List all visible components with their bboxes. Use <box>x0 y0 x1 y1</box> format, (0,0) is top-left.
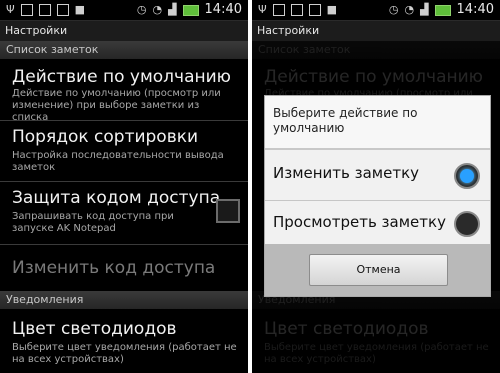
pref-passcode[interactable]: Защита кодом доступа Запрашивать код дос… <box>0 182 248 244</box>
status-bar: Ψ ■ ◷ ◔ ▟ 14:40 <box>252 0 500 21</box>
wifi-icon: ◔ <box>152 3 163 16</box>
status-bar: Ψ ■ ◷ ◔ ▟ 14:40 <box>0 0 248 21</box>
notification-icon <box>290 4 303 16</box>
radio-selected-icon[interactable] <box>454 163 480 189</box>
cancel-button[interactable]: Отмена <box>309 254 448 286</box>
pref-title: Действие по умолчанию <box>12 67 231 87</box>
notification-icon <box>38 4 51 16</box>
default-action-dialog: Выберите действие по умолчанию Изменить … <box>264 95 491 297</box>
option-view-note[interactable]: Просмотреть заметку <box>265 201 490 244</box>
option-label: Просмотреть заметку <box>273 213 446 231</box>
dialog-button-bar: Отмена <box>265 244 490 296</box>
settings-screen-with-dialog: Ψ ■ ◷ ◔ ▟ 14:40 Настройки Список заметок… <box>252 0 500 373</box>
section-label: Уведомления <box>6 293 84 306</box>
bag-icon: ■ <box>326 3 338 16</box>
pref-title: Цвет светодиодов <box>12 319 177 339</box>
signal-icon: ▟ <box>168 3 177 16</box>
pref-summary: Выберите цвет уведомления (работает не н… <box>12 342 237 365</box>
alarm-icon: ◷ <box>136 3 147 16</box>
pref-change-passcode: Изменить код доступа <box>0 245 248 291</box>
usb-icon: Ψ <box>6 3 15 16</box>
section-header-notifications: Уведомления <box>0 291 248 309</box>
settings-screen: Ψ ■ ◷ ◔ ▟ 14:40 Настройки Список заметок… <box>0 0 248 373</box>
pref-sort-order[interactable]: Порядок сортировки Настройка последовате… <box>0 121 248 181</box>
battery-icon <box>182 4 199 16</box>
app-title: Настройки <box>257 24 320 37</box>
pref-title: Защита кодом доступа <box>12 188 221 208</box>
title-bar: Настройки <box>0 21 248 41</box>
notification-icon <box>272 4 285 16</box>
clock: 14:40 <box>456 2 494 17</box>
notification-icon <box>56 4 69 16</box>
pref-summary: Запрашивать код доступа при запуске AK N… <box>12 211 174 234</box>
usb-icon: Ψ <box>258 3 267 16</box>
passcode-checkbox[interactable] <box>216 199 240 223</box>
option-label: Изменить заметку <box>273 164 420 182</box>
notification-icon <box>308 4 321 16</box>
pref-led-color[interactable]: Цвет светодиодов Выберите цвет уведомлен… <box>0 309 248 373</box>
battery-icon <box>434 4 451 16</box>
pref-summary: Действие по умолчанию (просмотр или изме… <box>12 88 221 123</box>
bag-icon: ■ <box>74 3 86 16</box>
option-edit-note[interactable]: Изменить заметку <box>265 150 490 200</box>
pref-summary: Настройка последовательности вывода заме… <box>12 150 224 173</box>
notification-icon <box>20 4 33 16</box>
pref-title: Изменить код доступа <box>12 258 216 278</box>
radio-unselected-icon[interactable] <box>454 211 480 237</box>
dialog-title-bar: Выберите действие по умолчанию <box>265 96 490 150</box>
title-bar: Настройки <box>252 21 500 41</box>
clock: 14:40 <box>204 2 242 17</box>
dialog-title: Выберите действие по умолчанию <box>273 106 418 135</box>
pref-title: Порядок сортировки <box>12 127 199 147</box>
signal-icon: ▟ <box>420 3 429 16</box>
app-title: Настройки <box>5 24 68 37</box>
section-label: Список заметок <box>6 43 99 56</box>
wifi-icon: ◔ <box>404 3 415 16</box>
alarm-icon: ◷ <box>388 3 399 16</box>
pref-default-action[interactable]: Действие по умолчанию Действие по умолча… <box>0 59 248 123</box>
section-header-notes-list: Список заметок <box>0 41 248 59</box>
